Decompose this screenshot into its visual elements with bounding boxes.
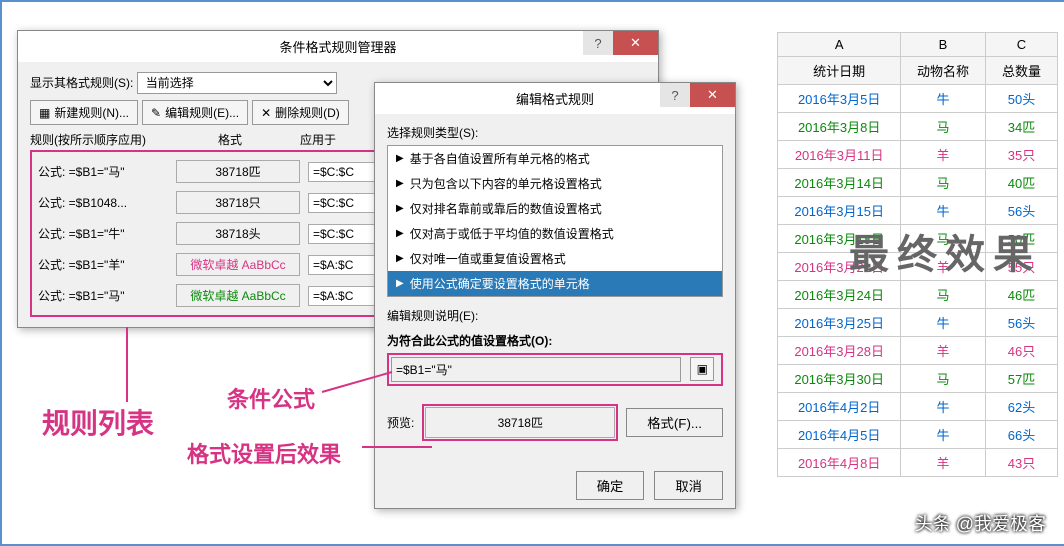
manager-titlebar[interactable]: 条件格式规则管理器 ? ✕ [18,31,658,62]
arrow-icon: ▶ [396,203,404,214]
table-row[interactable]: 2016年3月24日马46匹 [778,281,1058,309]
delete-rule-button[interactable]: ✕删除规则(D) [252,100,349,125]
col-c: C [985,33,1057,57]
rule-format: 38718只 [168,191,308,214]
table-row[interactable]: 2016年3月28日羊46只 [778,337,1058,365]
new-icon: ▦ [39,106,50,120]
editor-title: 编辑格式规则 [516,92,594,107]
col-format-header: 格式 [160,131,300,148]
final-effect-overlay: 最终效果 [849,222,1041,280]
formula-label: 为符合此公式的值设置格式(O): [387,332,723,349]
arrow-icon: ▶ [396,278,404,289]
scope-select[interactable]: 当前选择 [137,72,337,94]
help-icon[interactable]: ? [583,31,613,55]
col-a: A [778,33,901,57]
edit-rule-dialog: 编辑格式规则 ? ✕ 选择规则类型(S): ▶基于各自值设置所有单元格的格式▶只… [374,82,736,509]
rule-format: 38718头 [168,222,308,245]
table-row[interactable]: 2016年4月8日羊43只 [778,449,1058,477]
rule-formula: 公式: =$B1048... [38,194,168,211]
new-rule-button[interactable]: ▦新建规则(N)... [30,100,138,125]
table-row[interactable]: 2016年3月8日马34匹 [778,113,1058,141]
formula-input[interactable]: =$B1="马" [391,357,681,382]
rule-type-list[interactable]: ▶基于各自值设置所有单元格的格式▶只为包含以下内容的单元格设置格式▶仅对排名靠前… [387,145,723,297]
annot-format-effect: 格式设置后效果 [187,437,341,469]
manager-title: 条件格式规则管理器 [279,40,396,55]
col-b: B [900,33,985,57]
annot-cond-formula: 条件公式 [227,382,315,414]
table-row[interactable]: 2016年3月15日牛56头 [778,197,1058,225]
rule-type-item[interactable]: ▶基于各自值设置所有单元格的格式 [388,146,722,171]
rule-type-item[interactable]: ▶使用公式确定要设置格式的单元格 [388,271,722,296]
edit-rule-button[interactable]: ✎编辑规则(E)... [142,100,248,125]
arrow-icon: ▶ [396,253,404,264]
hdr-qty: 总数量 [985,57,1057,85]
watermark: 头条 @我爱极客 [915,510,1046,536]
close-icon[interactable]: ✕ [690,83,735,107]
table-row[interactable]: 2016年3月25日牛56头 [778,309,1058,337]
preview-label: 预览: [387,414,414,431]
col-applies-header: 应用于 [300,131,370,148]
rule-applies: =$C:$C [308,193,378,213]
table-row[interactable]: 2016年4月5日牛66头 [778,421,1058,449]
formula-container: =$B1="马" ▣ [387,353,723,386]
edit-desc-label: 编辑规则说明(E): [387,307,723,324]
rule-type-item[interactable]: ▶仅对唯一值或重复值设置格式 [388,246,722,271]
table-row[interactable]: 2016年3月30日马57匹 [778,365,1058,393]
show-rules-label: 显示其格式规则(S): [30,76,133,90]
close-icon[interactable]: ✕ [613,31,658,55]
col-rule-header: 规则(按所示顺序应用) [30,131,160,148]
select-type-label: 选择规则类型(S): [387,124,723,141]
rule-applies: =$C:$C [308,162,378,182]
rule-applies: =$C:$C [308,224,378,244]
arrow-icon: ▶ [396,228,404,239]
edit-icon: ✎ [151,106,161,120]
table-row[interactable]: 2016年3月14日马40匹 [778,169,1058,197]
rule-formula: 公式: =$B1="马" [38,287,168,304]
delete-icon: ✕ [261,106,271,120]
rule-type-item[interactable]: ▶仅对高于或低于平均值的数值设置格式 [388,221,722,246]
range-selector-icon[interactable]: ▣ [690,357,714,381]
help-icon[interactable]: ? [660,83,690,107]
rule-format: 微软卓越 AaBbCc [168,284,308,307]
hdr-date: 统计日期 [778,57,901,85]
cancel-button[interactable]: 取消 [654,471,723,500]
rule-type-item[interactable]: ▶只为包含以下内容的单元格设置格式 [388,171,722,196]
preview-box: 38718匹 [422,404,618,441]
rule-format: 38718匹 [168,160,308,183]
arrow-icon: ▶ [396,153,404,164]
table-row[interactable]: 2016年3月5日牛50头 [778,85,1058,113]
format-button[interactable]: 格式(F)... [626,408,723,437]
rule-applies: =$A:$C [308,255,378,275]
rule-format: 微软卓越 AaBbCc [168,253,308,276]
annot-rules-list: 规则列表 [42,402,154,442]
ok-button[interactable]: 确定 [576,471,645,500]
rule-formula: 公式: =$B1="牛" [38,225,168,242]
rule-formula: 公式: =$B1="羊" [38,256,168,273]
rule-type-item[interactable]: ▶仅对排名靠前或靠后的数值设置格式 [388,196,722,221]
arrow-icon: ▶ [396,178,404,189]
table-row[interactable]: 2016年3月11日羊35只 [778,141,1058,169]
rule-applies: =$A:$C [308,286,378,306]
hdr-animal: 动物名称 [900,57,985,85]
rule-formula: 公式: =$B1="马" [38,163,168,180]
editor-titlebar[interactable]: 编辑格式规则 ? ✕ [375,83,735,114]
table-row[interactable]: 2016年4月2日牛62头 [778,393,1058,421]
preview-value: 38718匹 [425,407,615,438]
